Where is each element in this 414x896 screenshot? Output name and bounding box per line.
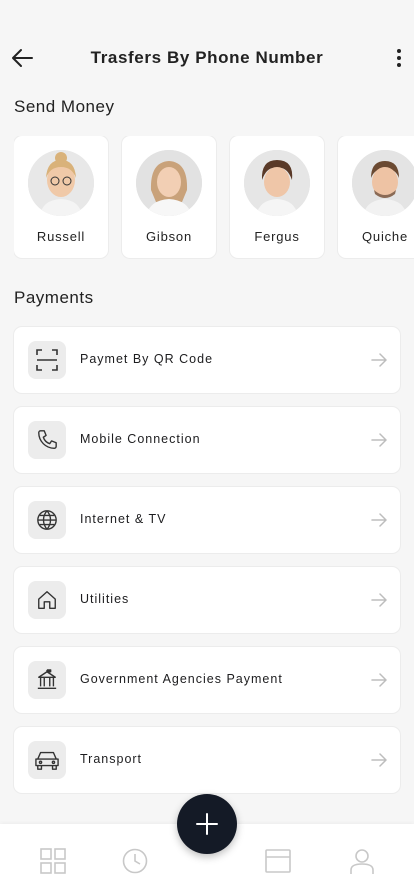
car-icon [28, 741, 66, 779]
contact-card-fergus[interactable]: Fergus [230, 136, 324, 258]
avatar [28, 150, 94, 216]
home-icon [28, 581, 66, 619]
payment-label: Internet & TV [80, 512, 167, 526]
contacts-carousel[interactable]: Russell Gibson Fergus Quiche [14, 136, 414, 260]
qr-scan-icon [28, 341, 66, 379]
avatar [136, 150, 202, 216]
clock-icon [122, 848, 148, 874]
arrow-right-icon [371, 753, 387, 767]
arrow-right-icon [371, 513, 387, 527]
arrow-right-icon [371, 433, 387, 447]
send-money-title: Send Money [14, 97, 115, 116]
contact-name: Fergus [254, 229, 300, 244]
payment-item-mobile-connection[interactable]: Mobile Connection [14, 407, 400, 473]
nav-history[interactable] [122, 848, 148, 874]
payment-label: Utilities [80, 592, 130, 606]
globe-icon [28, 501, 66, 539]
payment-label: Paymet By QR Code [80, 352, 214, 366]
nav-dashboard[interactable] [40, 848, 66, 874]
nav-profile[interactable] [349, 848, 375, 874]
payment-item-transport[interactable]: Transport [14, 727, 400, 793]
more-options-button[interactable] [394, 46, 404, 70]
user-icon [350, 849, 374, 874]
phone-icon [28, 421, 66, 459]
contact-card-quiche[interactable]: Quiche [338, 136, 414, 258]
payments-title: Payments [14, 288, 94, 307]
payment-label: Mobile Connection [80, 432, 201, 446]
more-vertical-icon [397, 49, 401, 67]
payments-list: Paymet By QR Code Mobile Connection Inte… [14, 327, 400, 807]
payment-item-internet-tv[interactable]: Internet & TV [14, 487, 400, 553]
plus-icon [196, 813, 218, 835]
payment-label: Government Agencies Payment [80, 672, 283, 686]
contact-card-gibson[interactable]: Gibson [122, 136, 216, 258]
page-title: Trasfers By Phone Number [90, 48, 324, 67]
contact-name: Gibson [146, 229, 192, 244]
payment-item-qr-code[interactable]: Paymet By QR Code [14, 327, 400, 393]
government-building-icon [28, 661, 66, 699]
avatar [244, 150, 310, 216]
add-fab-button[interactable] [177, 794, 237, 854]
nav-cards[interactable] [265, 848, 291, 874]
arrow-right-icon [371, 673, 387, 687]
arrow-right-icon [371, 353, 387, 367]
arrow-right-icon [371, 593, 387, 607]
payment-label: Transport [80, 752, 143, 766]
avatar [352, 150, 414, 216]
contact-card-russell[interactable]: Russell [14, 136, 108, 258]
card-icon [265, 849, 291, 873]
payment-item-utilities[interactable]: Utilities [14, 567, 400, 633]
payment-item-government-agencies[interactable]: Government Agencies Payment [14, 647, 400, 713]
contact-name: Russell [36, 229, 86, 244]
contact-name: Quiche [362, 229, 408, 244]
grid-icon [40, 848, 66, 874]
app-header: Trasfers By Phone Number [0, 0, 414, 90]
